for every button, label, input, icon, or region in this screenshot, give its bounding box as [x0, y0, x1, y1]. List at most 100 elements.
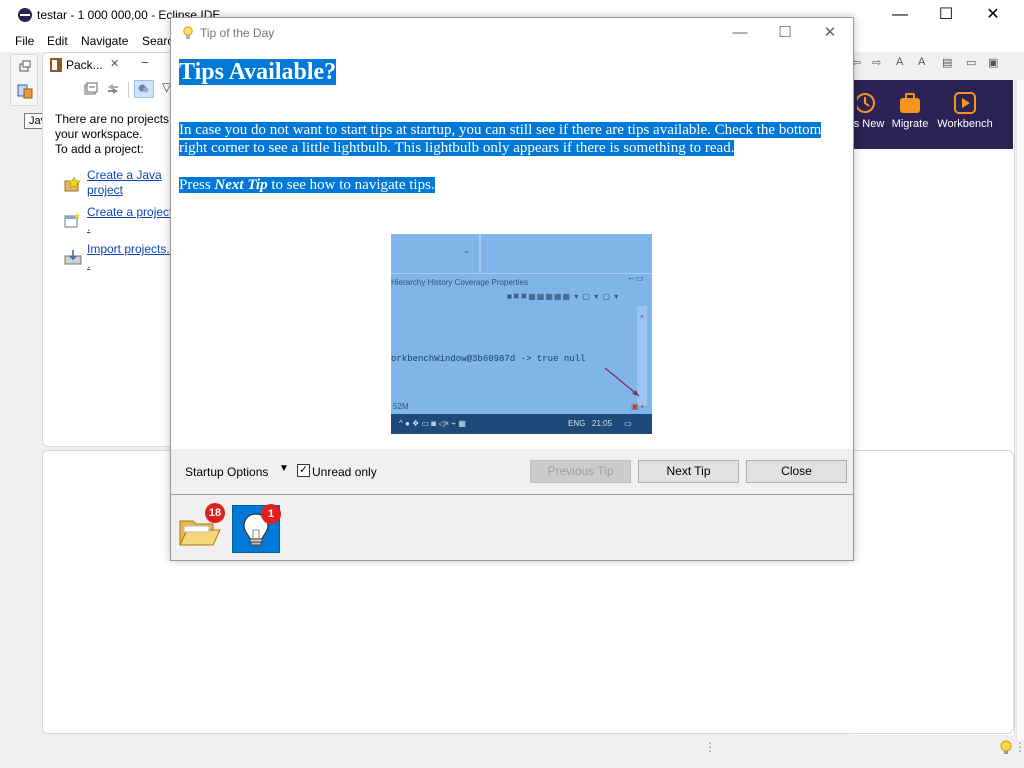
minimize-panel-icon[interactable]: − [141, 55, 155, 70]
dialog-lightbulb-icon [183, 26, 193, 39]
create-project-link-2[interactable]: . [87, 220, 90, 235]
press-emphasis: Next Tip [214, 177, 268, 193]
press-suffix: to see how to navigate tips. [267, 177, 435, 193]
import-projects-link-2[interactable]: . [87, 257, 90, 272]
dialog-tip-providers: 18 1 [171, 495, 853, 560]
import-projects-link[interactable]: Import projects. [87, 242, 170, 257]
workbench-item[interactable]: Workbench [937, 92, 993, 130]
play-icon [954, 92, 976, 114]
minimize-button[interactable]: — [877, 0, 923, 30]
whats-new-icon [857, 93, 875, 113]
tip-heading: Tips Available? [179, 57, 337, 87]
tip-paragraph-text: In case you do not want to start tips at… [179, 122, 822, 156]
tip-paragraph: In case you do not want to start tips at… [179, 121, 829, 157]
create-project-link[interactable]: Create a project [87, 205, 172, 220]
package-explorer-icon [50, 58, 62, 72]
migrate-label: Migrate [891, 118, 929, 130]
dialog-maximize-button[interactable]: ☐ [762, 18, 808, 48]
no-projects-text-2: your workspace. [55, 127, 143, 141]
startup-options-dropdown-icon[interactable]: ▼ [279, 463, 289, 474]
image-taskbar: ^ ● ❖ ▭ ◙ ◁× ⌁ ▦ ENG 21:05 ▭ [391, 414, 652, 434]
welcome-strip: s New Migrate Workbench [853, 80, 1013, 149]
next-tip-button[interactable]: Next Tip [638, 460, 739, 483]
image-tabs-text: Hierarchy History Coverage Properties [391, 278, 528, 287]
tips-lightbulb-icon[interactable] [1000, 740, 1012, 756]
font-smaller-icon[interactable]: A [896, 56, 903, 68]
link-with-editor-icon[interactable] [106, 82, 120, 96]
image-mem-text: 52M [393, 402, 409, 411]
package-explorer-tab-label: Pack... [66, 58, 103, 72]
briefcase-icon [900, 93, 920, 113]
unread-only-label[interactable]: Unread only [312, 465, 377, 479]
perspective-switcher [10, 54, 38, 106]
dialog-minimize-button[interactable]: — [717, 18, 763, 48]
status-grip[interactable]: ⋮ [704, 740, 716, 754]
dialog-close-button[interactable]: ✕ [807, 18, 853, 48]
new-project-icon [64, 213, 80, 228]
image-tab-controls: ⌐ ▭ [629, 274, 644, 283]
status-bar: ⋮ ⋮ [7, 736, 1024, 760]
tip-of-the-day-dialog: Tip of the Day — ☐ ✕ Tips Available? In … [170, 17, 854, 561]
layout-icon[interactable]: ▤ [942, 56, 952, 69]
package-explorer-tab[interactable]: Pack... ✕ [46, 54, 128, 76]
menu-file[interactable]: File [15, 34, 34, 48]
window-right-edge [1016, 80, 1024, 740]
folder-count-badge: 18 [205, 503, 225, 523]
unread-only-checkbox[interactable]: ✓ [297, 464, 310, 477]
image-taskbar-icons: ^ ● ❖ ▭ ◙ ◁× ⌁ ▦ [399, 419, 466, 428]
folder-tips-provider[interactable]: 18 [175, 503, 225, 553]
image-taskbar-time: 21:05 [592, 419, 613, 428]
whats-new-label: s New [853, 118, 885, 130]
whats-new-item[interactable]: s New [849, 92, 889, 130]
previous-tip-button[interactable]: Previous Tip [530, 460, 631, 483]
workbench-label: Workbench [937, 118, 993, 130]
image-status-icons: ▣ ▪ [631, 402, 644, 411]
tip-screenshot-image: ⌄ Hierarchy History Coverage Properties … [391, 234, 652, 434]
eclipse-logo-icon [18, 8, 32, 22]
import-projects-icon [64, 250, 82, 265]
filter-icon[interactable] [134, 80, 154, 98]
new-java-project-icon [64, 176, 81, 192]
dialog-titlebar: Tip of the Day — ☐ ✕ [171, 18, 853, 48]
close-button[interactable]: ✕ [970, 0, 1016, 30]
maximize-button[interactable]: ☐ [923, 0, 969, 30]
forward-arrow-icon[interactable]: ⇨ [872, 56, 881, 69]
bulb-count-badge: 1 [261, 504, 281, 524]
minimize-view-icon[interactable]: ▭ [966, 56, 976, 69]
close-dialog-button[interactable]: Close [746, 460, 847, 483]
no-projects-text-1: There are no projects i [55, 112, 176, 126]
open-perspective-icon[interactable] [17, 59, 33, 75]
image-toolbar-icons: ■✖✖▦▦▦▦▦ ▾ ▢ ▾ ▢ ▾ [507, 292, 620, 301]
tab-close-icon[interactable]: ✕ [110, 57, 119, 70]
image-taskbar-notify: ▭ [624, 419, 632, 428]
right-toolbar: ⇦ ⇨ A A ▤ ▭ ▣ [848, 56, 1016, 74]
menu-edit[interactable]: Edit [47, 34, 68, 48]
toolbar-divider [128, 82, 129, 98]
image-console-text: orkbenchWindow@3b60987d -> true null [391, 354, 586, 364]
add-project-text: To add a project: [55, 142, 144, 156]
tip-content: Tips Available? In case you do not want … [179, 55, 849, 450]
image-rule [391, 273, 652, 274]
dialog-title: Tip of the Day [200, 26, 275, 40]
dialog-footer: Startup Options ▼ ✓ Unread only Previous… [171, 449, 853, 494]
image-divider [479, 234, 481, 274]
create-java-project-link-2[interactable]: project [87, 183, 123, 198]
tip-press-line: Press Next Tip to see how to navigate ti… [179, 176, 435, 194]
press-prefix: Press [179, 177, 215, 193]
startup-options-menu[interactable]: Startup Options [185, 465, 268, 479]
lightbulb-tips-provider[interactable]: 1 [232, 504, 281, 553]
font-larger-icon[interactable]: A [918, 56, 925, 68]
image-taskbar-lang: ENG [568, 419, 586, 428]
create-java-project-link[interactable]: Create a Java [87, 168, 162, 183]
maximize-view-icon[interactable]: ▣ [988, 56, 998, 69]
menu-search[interactable]: Searc [142, 34, 173, 48]
image-scroll-up: ^ [640, 314, 644, 323]
menu-navigate[interactable]: Navigate [81, 34, 128, 48]
status-grip-right: ⋮ [1014, 740, 1024, 754]
java-perspective-icon[interactable] [17, 83, 33, 99]
tip-heading-text: Tips Available? [179, 59, 337, 85]
collapse-all-icon[interactable] [84, 82, 98, 96]
image-chevron: ⌄ [463, 246, 470, 255]
image-pointer-arrow [604, 367, 640, 397]
migrate-item[interactable]: Migrate [890, 92, 930, 130]
